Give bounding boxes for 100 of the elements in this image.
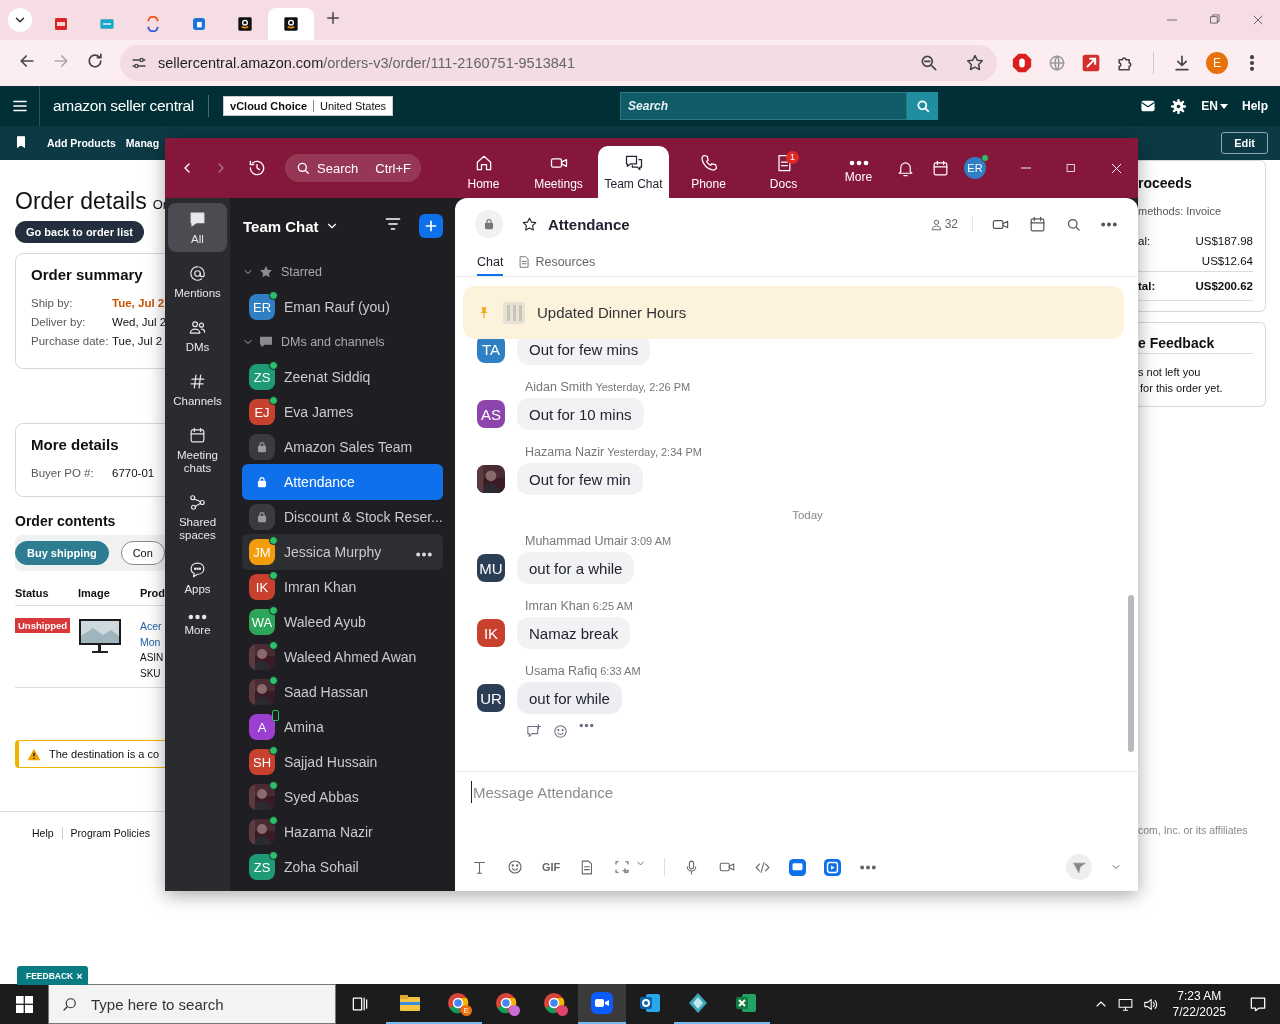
star-icon[interactable] xyxy=(965,53,985,73)
new-tab-icon[interactable] xyxy=(324,9,342,27)
rail-item[interactable]: Meeting chats xyxy=(168,419,227,481)
emoji-icon[interactable] xyxy=(506,858,524,876)
message-input[interactable]: Message Attendance xyxy=(471,781,1122,803)
tab-search-button[interactable] xyxy=(8,8,32,32)
nav-link[interactable]: Manag xyxy=(125,137,160,149)
more-icon[interactable] xyxy=(579,723,594,728)
section-header[interactable]: Starred xyxy=(281,264,322,279)
rail-item[interactable]: Shared spaces xyxy=(168,486,227,548)
rail-item[interactable]: DMs xyxy=(168,311,227,360)
more-icon[interactable] xyxy=(415,552,433,557)
product-link[interactable]: Mon xyxy=(140,634,161,650)
rail-item[interactable]: Mentions xyxy=(168,257,227,306)
seller-central-logo[interactable]: amazon seller central xyxy=(53,97,195,115)
screenshot-icon[interactable] xyxy=(613,858,632,876)
chat-list-item[interactable]: WA Waleed Ayub xyxy=(242,604,443,640)
at-sign-icon xyxy=(188,264,207,283)
rail-item[interactable]: More xyxy=(168,607,227,643)
chat-list-item[interactable]: Hazama Nazir xyxy=(242,814,443,850)
download-icon[interactable] xyxy=(1172,53,1192,73)
user-avatar[interactable]: ER xyxy=(964,157,986,179)
chat-list-item[interactable]: IK Imran Khan xyxy=(242,569,443,605)
search-field[interactable]: Search xyxy=(620,92,908,120)
stop-hand-icon[interactable] xyxy=(1011,52,1033,74)
reload-icon[interactable] xyxy=(85,51,105,71)
more-icon[interactable] xyxy=(859,864,878,870)
nav-tab[interactable]: Team Chat xyxy=(598,146,669,198)
store-picker[interactable]: vCloud Choice United States xyxy=(223,96,394,116)
nav-tab[interactable]: Home xyxy=(446,146,521,198)
search-button[interactable] xyxy=(907,92,939,120)
status-badge: Unshipped xyxy=(15,618,71,633)
date-divider: Today xyxy=(792,509,823,521)
edit-button[interactable]: Edit xyxy=(1221,132,1268,154)
chat-list-item[interactable]: Waleed Ahmed Awan xyxy=(242,639,443,675)
zoom-icon[interactable] xyxy=(919,53,939,73)
help-link[interactable]: Help xyxy=(1242,99,1268,113)
chat-list-item[interactable]: ZS Zeenat Siddiq xyxy=(242,359,443,395)
chat-list-item[interactable]: A Amina xyxy=(242,709,443,745)
rail-item[interactable]: All xyxy=(168,203,227,252)
calendar-icon[interactable] xyxy=(1028,214,1047,234)
windows-start-icon[interactable] xyxy=(15,995,33,1013)
star-icon[interactable] xyxy=(521,215,538,233)
footer-link[interactable]: Help xyxy=(20,827,62,839)
more-icon[interactable] xyxy=(1100,221,1118,227)
add-reaction-icon[interactable] xyxy=(552,723,569,740)
section-header[interactable]: DMs and channels xyxy=(281,334,385,349)
panel-title[interactable]: Team Chat xyxy=(243,217,319,235)
nav-tab[interactable]: Phone xyxy=(671,146,746,198)
avatar: IK xyxy=(249,574,275,600)
back-to-list-button[interactable]: Go back to order list xyxy=(15,221,144,243)
calendar-icon[interactable] xyxy=(931,158,950,178)
send-button[interactable] xyxy=(1066,854,1092,880)
channel-tab[interactable]: Resources xyxy=(517,250,596,276)
reply-icon[interactable] xyxy=(525,723,542,740)
clock[interactable]: 7:23 AM 7/22/2025 xyxy=(1172,988,1226,1020)
browser-tab[interactable] xyxy=(268,8,314,40)
chat-list-item[interactable]: Saad Hassan xyxy=(242,674,443,710)
feedback-tab[interactable]: FEEDBACK xyxy=(26,971,74,981)
maximize-icon[interactable] xyxy=(1064,161,1078,175)
scrollbar-thumb[interactable] xyxy=(1128,595,1134,752)
bookmark-icon[interactable] xyxy=(14,135,28,149)
app-icon[interactable] xyxy=(824,858,842,876)
restore-icon[interactable] xyxy=(1208,12,1222,26)
action-button[interactable]: Con xyxy=(120,541,165,565)
nav-link[interactable]: Add Products xyxy=(47,137,116,149)
chat-list-item[interactable]: EJ Eva James xyxy=(242,394,443,430)
new-chat-button[interactable] xyxy=(419,214,443,238)
nav-tab[interactable]: Meetings xyxy=(521,146,596,198)
nav-tab[interactable]: Docs 1 xyxy=(746,146,821,198)
rail-item[interactable]: Apps xyxy=(168,553,227,602)
settings-icon[interactable] xyxy=(1170,97,1188,115)
field-value: 6770-01 xyxy=(112,467,155,479)
more-icon xyxy=(848,160,869,166)
taskbar-search-field[interactable]: Type here to search xyxy=(48,984,336,1024)
footer-link[interactable]: Program Policies xyxy=(61,827,158,839)
nav-tab[interactable]: More xyxy=(821,146,896,198)
chat-list-item[interactable]: Attendance xyxy=(242,464,443,500)
channel-tab[interactable]: Chat xyxy=(477,250,504,276)
pinned-message-banner[interactable]: Updated Dinner Hours xyxy=(463,286,1124,339)
close-icon[interactable]: × xyxy=(76,970,83,982)
gif-button[interactable]: GIF xyxy=(542,861,561,873)
chat-list-item[interactable]: SH Sajjad Hussain xyxy=(242,744,443,780)
search-field[interactable]: Search Ctrl+F xyxy=(285,154,421,182)
address-bar[interactable]: sellercentral.amazon.com/orders-v3/order/111-2160751-9513841 xyxy=(120,45,997,81)
rail-item[interactable]: Channels xyxy=(168,365,227,414)
taskbar-app[interactable] xyxy=(578,984,626,1024)
chat-list-item[interactable]: Discount & Stock Reser... xyxy=(242,499,443,535)
chat-list-item[interactable]: ER Eman Rauf (you) xyxy=(242,289,443,325)
chat-list-item[interactable]: Amazon Sales Team xyxy=(242,429,443,465)
chat-list-item[interactable]: JM Jessica Murphy xyxy=(242,534,443,570)
app-icon[interactable] xyxy=(789,858,807,876)
members-button[interactable]: 32 xyxy=(929,217,973,231)
product-link[interactable]: Acer xyxy=(140,618,162,634)
mail-icon[interactable] xyxy=(1140,98,1157,114)
chat-list-item[interactable]: ZS Zoha Sohail xyxy=(242,849,443,885)
language-picker[interactable]: EN xyxy=(1201,99,1228,113)
action-button[interactable]: Buy shipping xyxy=(15,541,109,565)
chat-list-item[interactable]: Syed Abbas xyxy=(242,779,443,815)
history-icon[interactable] xyxy=(247,158,267,178)
